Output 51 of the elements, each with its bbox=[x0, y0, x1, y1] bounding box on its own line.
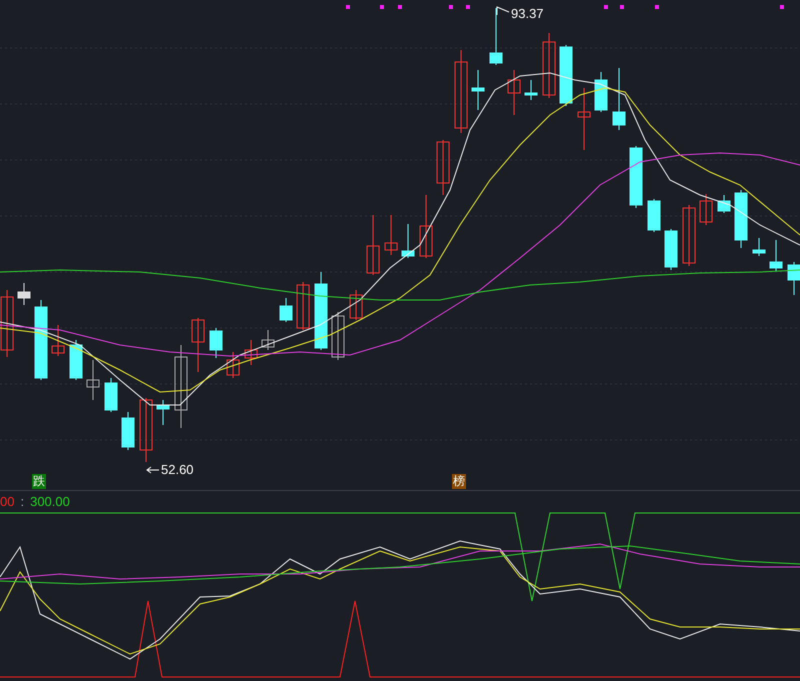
candlestick bbox=[490, 8, 502, 66]
candlestick bbox=[436, 140, 450, 196]
candlestick bbox=[734, 190, 748, 248]
indicator-value: 300.00 bbox=[30, 494, 70, 509]
candlestick bbox=[718, 194, 730, 214]
candlestick bbox=[140, 398, 152, 462]
candlestick bbox=[700, 194, 712, 226]
candlestick bbox=[560, 44, 572, 106]
candlestick bbox=[524, 80, 538, 100]
candlestick bbox=[18, 282, 30, 306]
candlestick bbox=[472, 70, 484, 110]
candlestick bbox=[0, 290, 14, 358]
candlestick bbox=[52, 324, 64, 356]
candlestick bbox=[226, 352, 240, 378]
candlestick bbox=[648, 198, 660, 232]
candlestick bbox=[770, 240, 782, 272]
candlestick bbox=[664, 228, 678, 270]
candlestick bbox=[332, 312, 344, 360]
signal-tag: 跌 bbox=[32, 474, 46, 489]
signal-tag: 榜 bbox=[452, 474, 466, 489]
candlestick bbox=[384, 214, 398, 256]
candlestick bbox=[366, 214, 380, 276]
candlestick bbox=[122, 412, 134, 450]
candlestick bbox=[594, 72, 608, 112]
high-price-label: 93.37 bbox=[511, 6, 544, 21]
candlestick bbox=[280, 298, 292, 322]
candlestick bbox=[350, 290, 362, 320]
candlestick bbox=[612, 68, 626, 130]
candlestick bbox=[104, 378, 118, 412]
candlestick bbox=[752, 238, 766, 256]
candlestick bbox=[420, 194, 432, 258]
candlestick bbox=[630, 146, 642, 208]
candlestick bbox=[192, 318, 204, 372]
candlestick bbox=[542, 32, 556, 98]
candlestick bbox=[682, 204, 696, 266]
candlestick bbox=[156, 400, 170, 426]
candlestick bbox=[86, 360, 100, 400]
candlestick bbox=[402, 224, 414, 258]
low-price-label: 52.60 bbox=[161, 462, 194, 477]
separator-text: : bbox=[20, 494, 24, 509]
candlestick bbox=[578, 88, 590, 150]
candlestick bbox=[262, 330, 274, 350]
candlestick bbox=[508, 70, 520, 116]
leader-line bbox=[496, 6, 510, 16]
leader-line bbox=[146, 466, 160, 474]
candlestick bbox=[788, 262, 800, 296]
indicator-value: 00 bbox=[0, 494, 14, 509]
candlestick bbox=[296, 282, 310, 330]
candlestick bbox=[244, 340, 258, 366]
candlestick bbox=[70, 340, 82, 380]
candlestick bbox=[210, 328, 222, 358]
